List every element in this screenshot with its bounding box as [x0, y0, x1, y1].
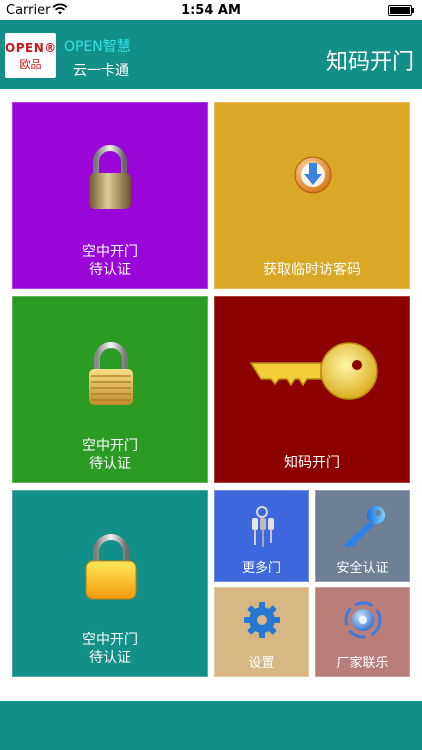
- page-title: 知码开门: [325, 50, 414, 75]
- logo-brand-text: OPEN®: [5, 41, 57, 55]
- keys-bundle-icon: [252, 506, 274, 547]
- padlock-bronze-icon: [89, 145, 131, 209]
- app-subtitle: 云一卡通: [73, 63, 129, 79]
- logo-sub-text: 欧品: [19, 58, 42, 71]
- padlock-yellow-icon: [85, 534, 137, 600]
- tile-label: 设置: [248, 656, 275, 671]
- tile-more-doors[interactable]: 更多门: [214, 490, 309, 582]
- tile-label: 知码开门: [284, 455, 340, 471]
- tile-air-unlock-3[interactable]: 空中开门 待认证: [12, 490, 208, 677]
- app-header: OPEN® 欧品 OPEN智慧 云一卡通 知码开门: [0, 20, 422, 89]
- download-arrow-icon: [294, 156, 332, 194]
- tile-label: 获取临时访客码: [263, 262, 361, 278]
- tile-label: 安全认证: [336, 561, 389, 576]
- tile-get-visitor-code[interactable]: 获取临时访客码: [214, 102, 410, 289]
- tile-air-unlock-1[interactable]: 空中开门 待认证: [12, 102, 208, 289]
- contact-globe-icon: [344, 601, 382, 639]
- key-icon: [249, 342, 378, 400]
- tile-label: 空中开门 待认证: [82, 632, 138, 666]
- tile-label: 空中开门 待认证: [82, 438, 138, 472]
- brand-logo: OPEN® 欧品: [5, 33, 56, 78]
- tile-scan-unlock[interactable]: 知码开门: [214, 296, 410, 483]
- app-tagline: OPEN智慧: [64, 39, 131, 55]
- status-time: 1:54 AM: [181, 3, 241, 18]
- tile-security-auth[interactable]: 安全认证: [315, 490, 410, 582]
- tile-air-unlock-2[interactable]: 空中开门 待认证: [12, 296, 208, 483]
- blue-key-icon: [344, 506, 385, 548]
- gear-icon: [244, 602, 280, 638]
- status-bar: Carrier 1:54 AM: [0, 0, 422, 20]
- tile-label: 空中开门 待认证: [82, 244, 138, 278]
- tile-settings[interactable]: 设置: [214, 587, 309, 677]
- footer-bar: [0, 701, 422, 750]
- tile-contact-manufacturer[interactable]: 厂家联乐: [315, 587, 410, 677]
- battery-icon: [388, 5, 414, 16]
- tile-label: 更多门: [241, 561, 281, 576]
- tile-label: 厂家联乐: [336, 656, 389, 671]
- padlock-gold-icon: [89, 342, 133, 405]
